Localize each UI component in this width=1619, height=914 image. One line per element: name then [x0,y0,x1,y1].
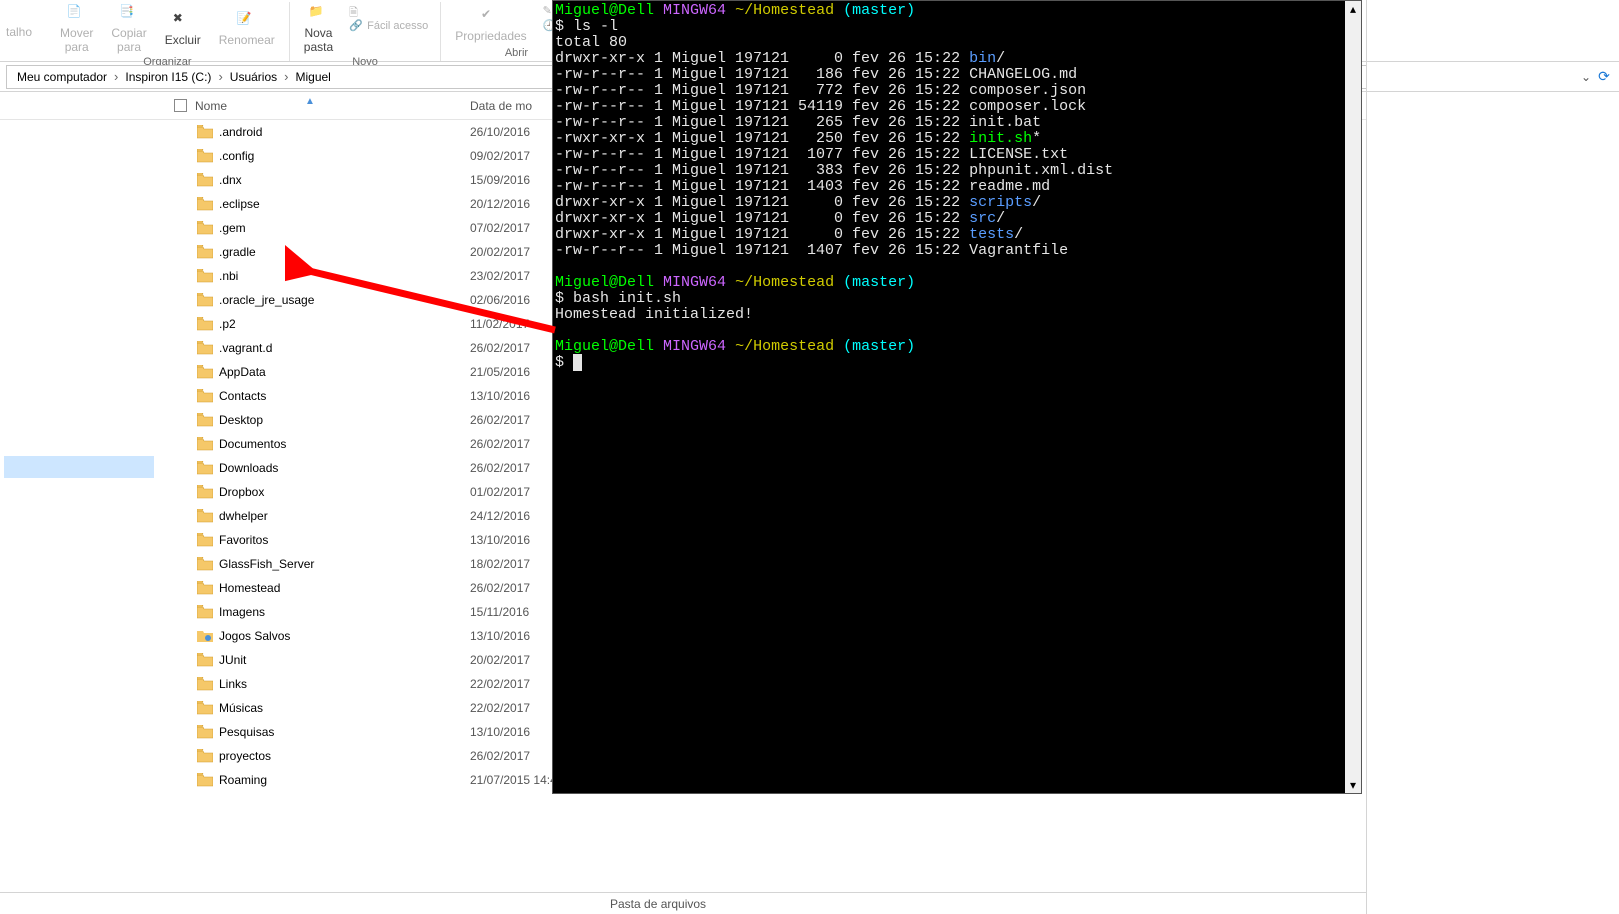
file-name: Homestead [215,581,470,595]
folder-icon [195,317,215,331]
file-name: .config [215,149,470,163]
scrollbar-track[interactable] [1345,17,1361,777]
file-name: .vagrant.d [215,341,470,355]
breadcrumb-segment[interactable]: Miguel [291,70,334,84]
file-name: Jogos Salvos [215,629,470,643]
folder-icon [195,557,215,571]
folder-icon [195,149,215,163]
folder-icon [195,461,215,475]
folder-icon [195,197,215,211]
chevron-right-icon [111,69,121,84]
file-name: Desktop [215,413,470,427]
move-to-icon: 📄 [67,4,87,24]
rename-icon: 📝 [237,11,257,31]
terminal-window[interactable]: Miguel@Dell MINGW64 ~/Homestead (master)… [552,0,1362,794]
group-label-abrir: Abrir [505,47,528,61]
caminho-button: talho [0,2,38,61]
folder-icon [195,725,215,739]
renomear-button: 📝 Renomear [213,2,281,56]
propriedades-button: ✔ Propriedades [449,2,532,47]
address-dropdown-icon[interactable]: ⌄ [1577,70,1595,84]
file-name: Contacts [215,389,470,403]
properties-icon: ✔ [481,7,501,27]
new-item-icon: 🗎 [349,4,363,18]
folder-icon [195,629,215,643]
folder-icon [195,173,215,187]
folder-icon [195,293,215,307]
folder-icon [195,341,215,355]
refresh-icon[interactable]: ⟳ [1595,68,1613,85]
breadcrumb-segment[interactable]: Meu computador [13,70,111,84]
easy-access-icon: 🔗 [349,19,363,33]
copiar-para-button: 📑 Copiar para [105,2,152,56]
folder-icon [195,749,215,763]
file-name: AppData [215,365,470,379]
scroll-up-icon[interactable]: ▴ [1345,1,1361,17]
facil-acesso-button: 🔗Fácil acesso [345,19,432,33]
file-name: .gem [215,221,470,235]
folder-icon [195,389,215,403]
second-explorer-sliver: ⌄ ⟳ [1366,0,1619,914]
file-name: Pesquisas [215,725,470,739]
folder-icon [195,125,215,139]
chevron-right-icon [281,69,291,84]
folder-icon [195,773,215,787]
file-name: Imagens [215,605,470,619]
file-name: proyectos [215,749,470,763]
terminal-scrollbar[interactable]: ▴ ▾ [1345,1,1361,793]
breadcrumb-segment[interactable]: Usuários [226,70,281,84]
file-name: .nbi [215,269,470,283]
file-name: Músicas [215,701,470,715]
file-name: Downloads [215,461,470,475]
nav-tree-slice [0,120,160,480]
column-nome[interactable]: Nome ▲ [195,99,470,113]
delete-icon: ✖ [173,11,193,31]
folder-icon [195,701,215,715]
new-folder-icon: 📁 [308,4,328,24]
file-name: .eclipse [215,197,470,211]
file-name: Links [215,677,470,691]
nova-pasta-button[interactable]: 📁 Nova pasta [298,2,339,56]
folder-icon [195,485,215,499]
folder-icon [195,581,215,595]
file-name: .oracle_jre_usage [215,293,470,307]
folder-icon [195,653,215,667]
file-name: .android [215,125,470,139]
folder-icon [195,677,215,691]
file-name: Favoritos [215,533,470,547]
tree-selected-item[interactable] [4,456,154,478]
chevron-right-icon [215,69,225,84]
folder-icon [195,413,215,427]
sort-indicator-icon: ▲ [305,96,315,107]
file-name: dwhelper [215,509,470,523]
file-name: Documentos [215,437,470,451]
folder-icon [195,221,215,235]
file-name: JUnit [215,653,470,667]
folder-icon [195,365,215,379]
file-name: .dnx [215,173,470,187]
folder-icon [195,245,215,259]
file-name: .gradle [215,245,470,259]
select-all-checkbox[interactable] [165,99,195,112]
scroll-down-icon[interactable]: ▾ [1345,777,1361,793]
terminal-output[interactable]: Miguel@Dell MINGW64 ~/Homestead (master)… [553,1,1345,793]
file-name: .p2 [215,317,470,331]
folder-icon [195,269,215,283]
folder-icon [195,533,215,547]
status-type: Pasta de arquivos [610,897,706,911]
breadcrumb-segment[interactable]: Inspiron I15 (C:) [121,70,215,84]
folder-icon [195,437,215,451]
mover-para-button: 📄 Mover para [54,2,99,56]
novo-item-button: 🗎 [345,4,432,18]
ribbon-group-clipboard: talho [0,2,46,61]
file-name: Roaming [215,773,470,787]
file-name: GlassFish_Server [215,557,470,571]
file-name: Dropbox [215,485,470,499]
ribbon-group-novo: 📁 Nova pasta 🗎 🔗Fácil acesso Novo [290,2,442,61]
copy-to-icon: 📑 [119,4,139,24]
folder-icon [195,605,215,619]
folder-icon [195,509,215,523]
excluir-button[interactable]: ✖ Excluir [159,2,207,56]
ribbon-group-organizar: 📄 Mover para 📑 Copiar para ✖ Excluir 📝 R… [46,2,290,61]
